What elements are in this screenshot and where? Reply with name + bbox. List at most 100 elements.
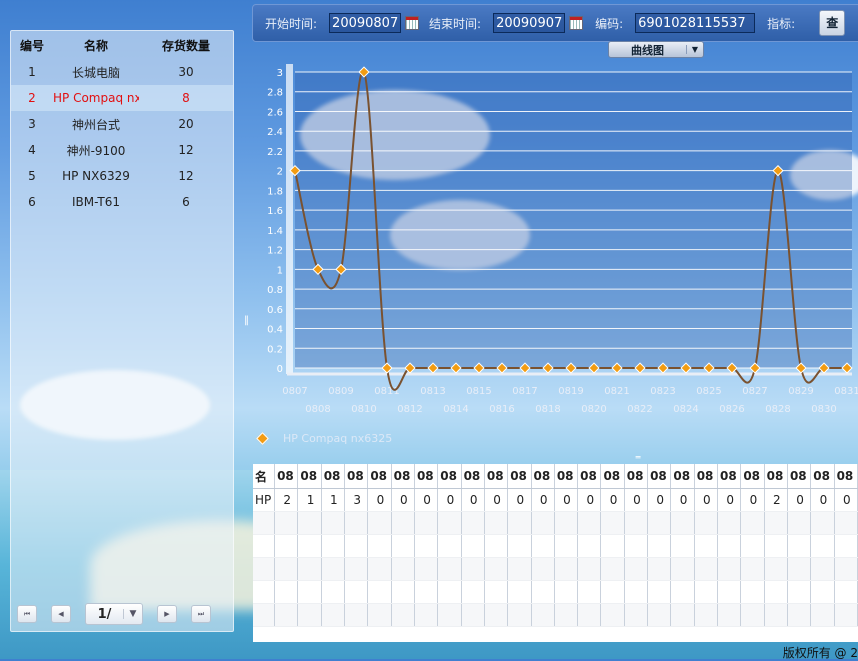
table-row[interactable]: HP 2 1 1 3 0 0 0 0 0 0 0 0 0 0 0 0 0 0 0 0 0 2 0 0 0	[253, 488, 858, 512]
grid-cell	[414, 534, 439, 558]
grid-cell	[834, 534, 858, 558]
list-item-id: 4	[28, 143, 36, 157]
grid-cell	[253, 557, 276, 581]
grid-header-cell[interactable]: 08	[740, 464, 765, 489]
grid-cell	[414, 603, 439, 627]
list-item[interactable]: 1 长城电脑 30	[11, 59, 233, 85]
x-tick-label: 0808	[305, 404, 330, 415]
x-tick-label: 0821	[604, 386, 629, 397]
grid-cell	[507, 557, 532, 581]
grid-header-cell[interactable]: 08	[834, 464, 858, 489]
grid-header-cell[interactable]: 名	[253, 464, 276, 489]
grid-header-cell[interactable]: 08	[717, 464, 742, 489]
grid-cell	[321, 603, 346, 627]
end-time-input[interactable]: 20090907	[493, 13, 566, 33]
end-time-label: 结束时间:	[429, 16, 482, 31]
grid-cell	[810, 557, 835, 581]
grid-header-row: 名 08 08 08 08 08 08 08 08 08 08 08 08 08 08 08 08 08 08 08 0…	[253, 464, 858, 489]
grid-cell	[274, 534, 299, 558]
grid-header-cell[interactable]: 08	[344, 464, 369, 489]
grid-cell: 0	[531, 488, 555, 512]
grid-cell	[484, 603, 509, 627]
grid-header-cell[interactable]: 08	[391, 464, 415, 489]
grid-header-cell[interactable]: 08	[461, 464, 485, 489]
start-time-input[interactable]: 20090807	[329, 13, 402, 33]
horizontal-splitter-handle[interactable]: ═	[630, 454, 646, 462]
grid-cell	[694, 603, 719, 627]
grid-cell: 1	[297, 488, 322, 512]
grid-cell	[344, 534, 369, 558]
next-page-button[interactable]: ▶	[157, 605, 177, 623]
line-chart: 0 0.2 0.4 0.6 0.8 1 1.2 1.4 1.6 1.8 2 2.2 2.4 2.6 2.8 3…	[267, 64, 858, 415]
grid-header-cell[interactable]: 08	[647, 464, 672, 489]
grid-cell	[740, 603, 765, 627]
grid-header-cell[interactable]: 08	[484, 464, 509, 489]
query-button[interactable]: 查	[819, 10, 846, 36]
grid-cell: HP	[253, 488, 276, 512]
grid-header-cell[interactable]: 08	[577, 464, 602, 489]
grid-header-cell[interactable]: 08	[414, 464, 439, 489]
grid-header-cell[interactable]: 08	[531, 464, 555, 489]
grid-header-cell[interactable]: 08	[437, 464, 462, 489]
list-item[interactable]: 4 神州-9100 12	[11, 137, 233, 163]
grid-cell: 0	[437, 488, 462, 512]
grid-cell	[507, 580, 532, 604]
list-item[interactable]: 3 神州台式 20	[11, 111, 233, 137]
list-item[interactable]: 2 HP Compaq nx 8	[11, 85, 233, 111]
grid-header-cell[interactable]: 08	[554, 464, 579, 489]
grid-header-cell[interactable]: 08	[624, 464, 649, 489]
grid-cell	[624, 557, 649, 581]
grid-cell	[274, 557, 299, 581]
x-tick-label: 0824	[673, 404, 698, 415]
grid-cell	[507, 603, 532, 627]
grid-header-cell[interactable]: 08	[670, 464, 695, 489]
grid-header-cell[interactable]: 08	[367, 464, 392, 489]
first-page-button[interactable]: ⏮	[17, 605, 37, 623]
chart-type-select[interactable]: 曲线图 ▼	[608, 41, 704, 58]
grid-cell	[367, 557, 392, 581]
grid-header-cell[interactable]: 08	[764, 464, 788, 489]
code-input[interactable]: 6901028115537	[635, 13, 756, 33]
prev-page-button[interactable]: ◀	[51, 605, 71, 623]
list-item[interactable]: 6 IBM-T61 6	[11, 189, 233, 215]
vertical-splitter-handle[interactable]: ‖	[244, 315, 250, 331]
x-tick-label: 0807	[282, 386, 307, 397]
legend-marker-icon	[256, 432, 269, 445]
grid-header-cell[interactable]: 08	[600, 464, 625, 489]
grid-header-cell[interactable]: 08	[694, 464, 719, 489]
grid-cell	[461, 603, 485, 627]
x-tick-label: 0822	[627, 404, 652, 415]
list-item-qty: 8	[182, 91, 190, 105]
header-id[interactable]: 编号	[11, 37, 53, 54]
grid-cell: 2	[764, 488, 788, 512]
grid-header-cell[interactable]: 08	[274, 464, 299, 489]
grid-cell	[484, 534, 509, 558]
grid-cell	[484, 511, 509, 535]
list-item-name: 神州-9100	[66, 143, 126, 158]
header-qty[interactable]: 存货数量	[139, 37, 233, 54]
grid-header-cell[interactable]: 08	[810, 464, 835, 489]
y-tick-label: 1.2	[267, 246, 283, 257]
grid-header-cell[interactable]: 08	[787, 464, 812, 489]
grid-cell	[554, 580, 579, 604]
x-tick-label: 0829	[788, 386, 813, 397]
grid-header-cell[interactable]: 08	[321, 464, 346, 489]
grid-header-cell[interactable]: 08	[297, 464, 322, 489]
grid-cell	[810, 603, 835, 627]
list-item-name: 长城电脑	[71, 65, 120, 80]
y-tick-label: 2.6	[267, 107, 283, 118]
header-name[interactable]: 名称	[53, 37, 139, 54]
grid-cell	[507, 534, 532, 558]
grid-cell: 0	[810, 488, 835, 512]
grid-cell: 0	[694, 488, 719, 512]
grid-cell	[740, 511, 765, 535]
last-page-button[interactable]: ⏭	[191, 605, 211, 623]
list-item[interactable]: 5 HP NX6329 12	[11, 163, 233, 189]
x-tick-label: 0827	[742, 386, 767, 397]
grid-cell	[834, 603, 858, 627]
calendar-icon[interactable]	[405, 16, 420, 30]
grid-cell	[297, 603, 322, 627]
calendar-icon[interactable]	[569, 16, 584, 30]
page-select[interactable]: 1/ ▼	[85, 603, 143, 625]
grid-header-cell[interactable]: 08	[507, 464, 532, 489]
